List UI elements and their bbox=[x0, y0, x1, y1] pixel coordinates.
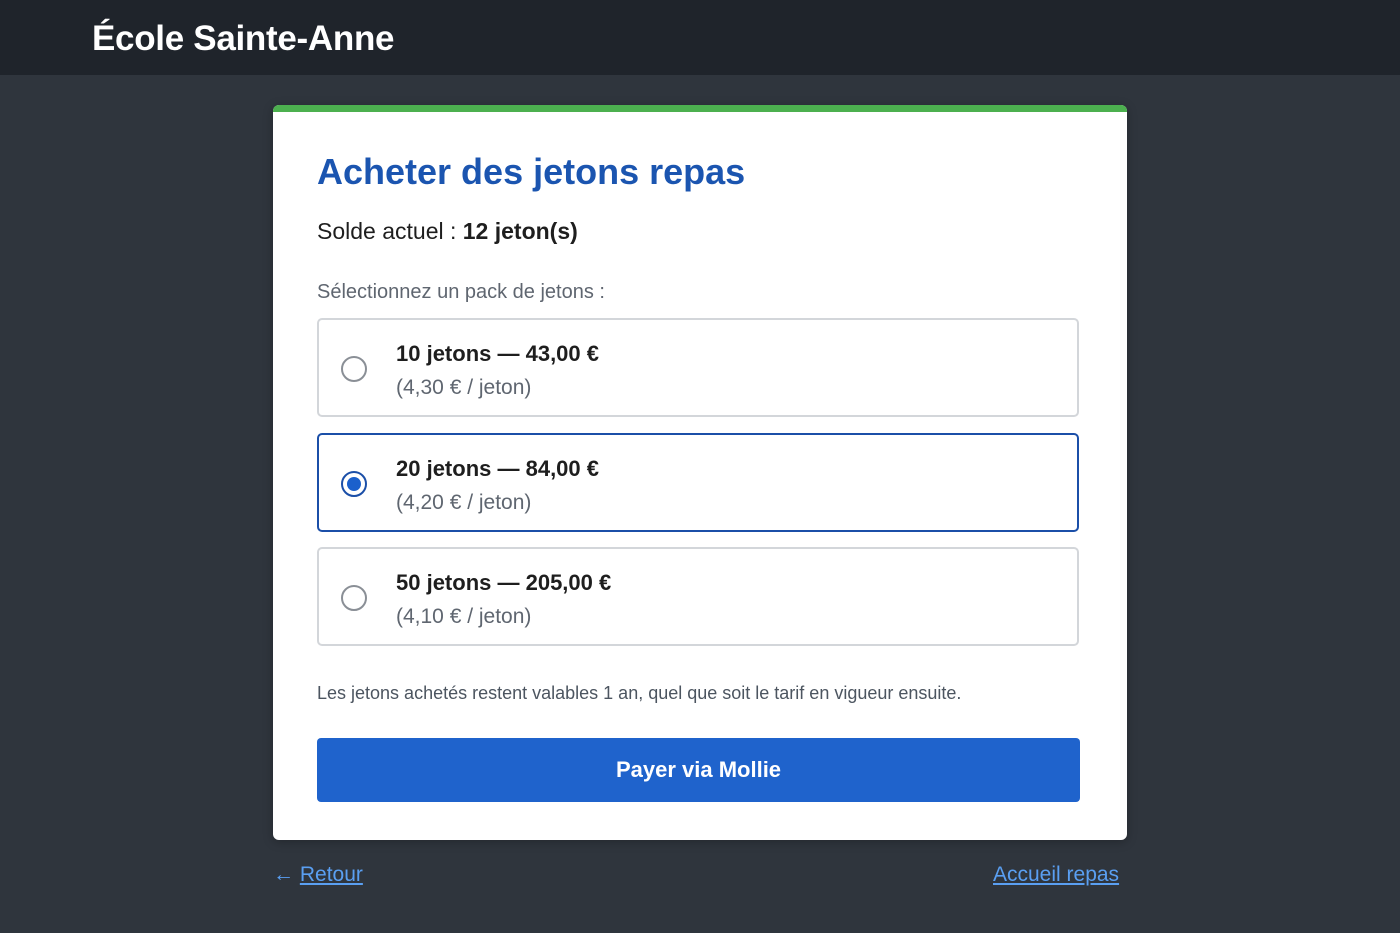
pack-option-unit-price: (4,30 € / jeton) bbox=[396, 376, 532, 399]
pack-option-title: 20 jetons — 84,00 € bbox=[396, 456, 599, 481]
balance-label: Solde actuel : bbox=[317, 218, 463, 244]
purchase-card: Acheter des jetons repas Solde actuel : … bbox=[273, 105, 1127, 840]
pack-option-unit-price: (4,10 € / jeton) bbox=[396, 605, 532, 628]
pack-select-label: Sélectionnez un pack de jetons : bbox=[317, 281, 605, 303]
pack-option-title: 50 jetons — 205,00 € bbox=[396, 570, 612, 595]
current-balance: Solde actuel : 12 jeton(s) bbox=[317, 218, 578, 245]
card-accent-bar bbox=[273, 105, 1127, 112]
pack-option-10[interactable]: 10 jetons — 43,00 € (4,30 € / jeton) bbox=[317, 318, 1079, 417]
pack-option-title: 10 jetons — 43,00 € bbox=[396, 341, 599, 366]
validity-note: Les jetons achetés restent valables 1 an… bbox=[317, 683, 962, 703]
radio-button[interactable] bbox=[341, 585, 367, 611]
meals-home-link[interactable]: Accueil repas bbox=[993, 863, 1119, 887]
radio-button[interactable] bbox=[341, 356, 367, 382]
balance-value: 12 jeton(s) bbox=[462, 218, 578, 244]
school-name: École Sainte-Anne bbox=[92, 19, 395, 58]
back-link[interactable]: ← Retour bbox=[273, 863, 363, 887]
pack-option-20[interactable]: 20 jetons — 84,00 € (4,20 € / jeton) bbox=[317, 433, 1079, 532]
page-title: Acheter des jetons repas bbox=[317, 151, 746, 192]
pack-option-unit-price: (4,20 € / jeton) bbox=[396, 491, 532, 514]
radio-dot-icon bbox=[347, 477, 361, 491]
top-bar: École Sainte-Anne bbox=[0, 0, 1400, 75]
pack-option-50[interactable]: 50 jetons — 205,00 € (4,10 € / jeton) bbox=[317, 547, 1079, 646]
pay-mollie-button[interactable]: Payer via Mollie bbox=[317, 738, 1080, 802]
radio-button[interactable] bbox=[341, 471, 367, 497]
back-link-label: Retour bbox=[299, 863, 363, 886]
back-arrow-icon: ← bbox=[273, 863, 294, 886]
